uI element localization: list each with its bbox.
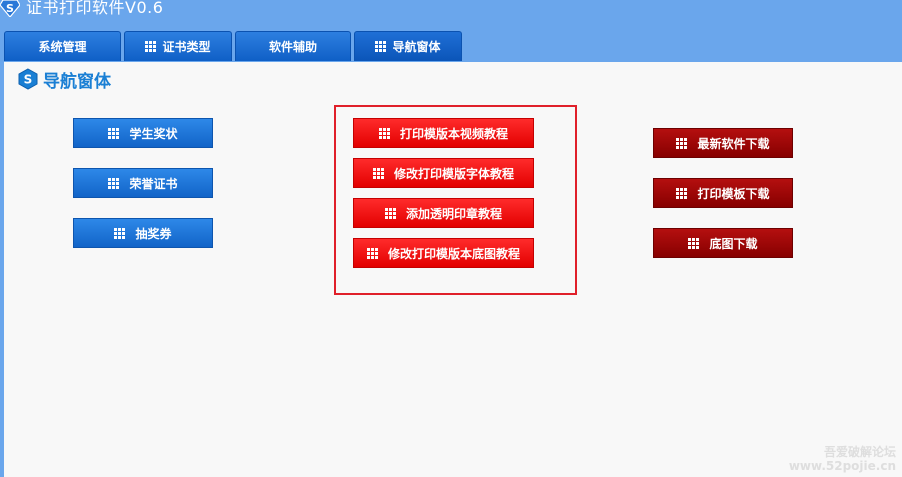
- tab-bar: 系统管理 证书类型 软件辅助 导航窗体: [0, 30, 902, 62]
- navigation-panel: S 导航窗体 学生奖状 荣誉证书 抽奖券 打印模版本视频教程 修改打印模版字体教…: [4, 62, 902, 477]
- button-label: 添加透明印章教程: [405, 206, 502, 221]
- button-label: 修改打印模版本底图教程: [387, 246, 520, 261]
- font-tutorial-button[interactable]: 修改打印模版字体教程: [353, 158, 534, 188]
- window-title: 证书打印软件V0.6: [26, 0, 164, 17]
- grid-icon: [145, 41, 157, 52]
- seal-tutorial-button[interactable]: 添加透明印章教程: [353, 198, 534, 228]
- panel-title: 导航窗体: [43, 72, 111, 92]
- button-label: 最新软件下载: [697, 136, 770, 151]
- grid-icon: [366, 247, 378, 259]
- tab-system-management[interactable]: 系统管理: [4, 31, 121, 61]
- tab-navigation-window[interactable]: 导航窗体: [354, 31, 462, 61]
- app-logo-icon: S: [0, 0, 20, 17]
- watermark-line2: www.52pojie.cn: [788, 459, 896, 473]
- grid-icon: [378, 127, 390, 139]
- button-label: 抽奖券: [135, 226, 172, 241]
- video-tutorial-button[interactable]: 打印模版本视频教程: [353, 118, 534, 148]
- tab-label: 软件辅助: [268, 40, 317, 54]
- grid-icon: [676, 187, 688, 199]
- button-label: 底图下载: [709, 236, 758, 251]
- tab-software-assist[interactable]: 软件辅助: [235, 31, 351, 61]
- button-label: 学生奖状: [129, 126, 178, 141]
- grid-icon: [114, 227, 126, 239]
- watermark-line1: 吾爱破解论坛: [823, 445, 896, 459]
- watermark: 吾爱破解论坛 www.52pojie.cn: [789, 445, 896, 473]
- grid-icon: [384, 207, 396, 219]
- tab-certificate-type[interactable]: 证书类型: [124, 31, 232, 61]
- lottery-ticket-button[interactable]: 抽奖券: [73, 218, 213, 248]
- grid-icon: [676, 137, 688, 149]
- template-download-button[interactable]: 打印模板下载: [653, 178, 793, 208]
- panel-logo-icon: S: [18, 68, 38, 90]
- button-label: 荣誉证书: [129, 176, 178, 191]
- button-label: 修改打印模版字体教程: [393, 166, 514, 181]
- latest-software-download-button[interactable]: 最新软件下载: [653, 128, 793, 158]
- button-label: 打印模版本视频教程: [399, 126, 508, 141]
- tab-label: 证书类型: [162, 40, 211, 54]
- button-label: 打印模板下载: [697, 186, 770, 201]
- svg-text:S: S: [6, 2, 14, 15]
- svg-text:S: S: [24, 73, 33, 87]
- grid-icon: [688, 237, 700, 249]
- student-award-button[interactable]: 学生奖状: [73, 118, 213, 148]
- background-tutorial-button[interactable]: 修改打印模版本底图教程: [353, 238, 534, 268]
- title-bar: S 证书打印软件V0.6: [0, 0, 902, 30]
- grid-icon: [372, 167, 384, 179]
- tab-label: 系统管理: [38, 40, 87, 54]
- grid-icon: [108, 177, 120, 189]
- tab-label: 导航窗体: [392, 40, 441, 54]
- background-download-button[interactable]: 底图下载: [653, 228, 793, 258]
- grid-icon: [375, 41, 387, 52]
- grid-icon: [108, 127, 120, 139]
- honor-certificate-button[interactable]: 荣誉证书: [73, 168, 213, 198]
